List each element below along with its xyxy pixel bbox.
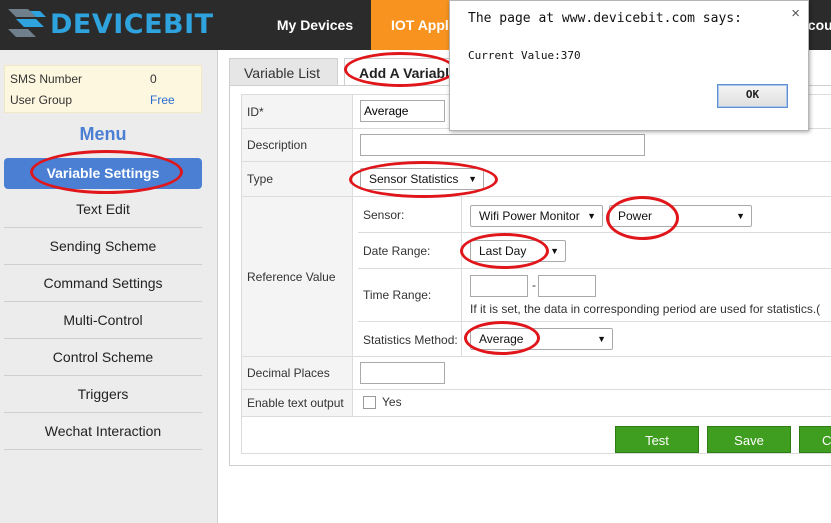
text-output-label: Enable text output [242, 390, 353, 416]
chevron-down-icon: ▼ [550, 246, 559, 256]
sensor-row: Sensor: Wifi Power Monitor ▼ Power ▼ [358, 197, 831, 233]
close-icon[interactable]: × [791, 5, 800, 22]
chevron-down-icon: ▼ [587, 211, 596, 221]
form-row-type: Type Sensor Statistics ▼ [242, 162, 831, 197]
text-output-checkbox[interactable] [363, 396, 376, 409]
reference-value-label: Reference Value [242, 197, 353, 356]
statistics-method-value: Average [479, 332, 524, 346]
sensor-channel-value: Power [618, 209, 653, 223]
time-range-label: Time Range: [358, 269, 462, 321]
sidebar-item-wechat-interaction[interactable]: Wechat Interaction [4, 413, 202, 450]
form-panel: ID* Description Type Sensor Sta [229, 85, 831, 466]
sidebar-item-multi-control[interactable]: Multi-Control [4, 302, 202, 339]
time-range-end-input[interactable] [538, 275, 596, 297]
sensor-device-value: Wifi Power Monitor [479, 209, 580, 223]
cancel-button[interactable]: C [799, 426, 831, 453]
user-group-value[interactable]: Free [150, 93, 175, 107]
account-info-box: SMS Number 0 User Group Free [4, 65, 202, 113]
sidebar-item-variable-settings[interactable]: Variable Settings [4, 158, 202, 189]
chevron-down-icon: ▼ [468, 174, 477, 184]
sidebar-item-triggers[interactable]: Triggers [4, 376, 202, 413]
sidebar: SMS Number 0 User Group Free Menu Variab… [0, 50, 218, 523]
sidebar-item-sending-scheme[interactable]: Sending Scheme [4, 228, 202, 265]
logo[interactable]: DEVICEBIT [6, 7, 214, 41]
form-row-description: Description [242, 129, 831, 162]
test-button[interactable]: Test [615, 426, 699, 453]
date-range-row: Date Range: Last Day ▼ [358, 233, 831, 269]
time-range-row: Time Range: - If it is set, the data in … [358, 269, 831, 322]
variable-form: ID* Description Type Sensor Sta [241, 94, 831, 454]
sidebar-item-command-settings[interactable]: Command Settings [4, 265, 202, 302]
ok-button[interactable]: OK [717, 84, 788, 108]
sensor-label: Sensor: [358, 197, 462, 232]
tab-add-variable[interactable]: Add A Variabl [344, 58, 464, 86]
form-row-decimal-places: Decimal Places [242, 357, 831, 390]
alert-title: The page at www.devicebit.com says: [468, 11, 742, 26]
type-label: Type [242, 162, 353, 196]
logo-text: DEVICEBIT [50, 8, 214, 40]
time-range-start-input[interactable] [470, 275, 528, 297]
id-label: ID* [242, 95, 353, 128]
statistics-method-select[interactable]: Average ▼ [470, 328, 613, 350]
form-row-text-output: Enable text output Yes [242, 390, 831, 417]
date-range-label: Date Range: [358, 233, 462, 268]
sidebar-item-control-scheme[interactable]: Control Scheme [4, 339, 202, 376]
tab-variable-list[interactable]: Variable List [229, 58, 338, 86]
time-range-note: If it is set, the data in corresponding … [470, 302, 821, 316]
menu-title: Menu [79, 124, 127, 144]
sensor-device-select[interactable]: Wifi Power Monitor ▼ [470, 205, 603, 227]
chevron-down-icon: ▼ [597, 334, 606, 344]
nav-iot-application[interactable]: IOT Appli [371, 0, 461, 50]
save-button[interactable]: Save [707, 426, 791, 453]
sms-number-label: SMS Number [10, 72, 83, 86]
sms-number-value: 0 [150, 72, 157, 86]
chevron-down-icon: ▼ [736, 211, 745, 221]
nav-my-devices[interactable]: My Devices [265, 0, 365, 50]
decimal-places-label: Decimal Places [242, 357, 353, 389]
id-input[interactable] [360, 100, 445, 122]
date-range-select[interactable]: Last Day ▼ [470, 240, 566, 262]
date-range-value: Last Day [479, 244, 527, 258]
page: DEVICEBIT My Devices IOT Appli ccoun SMS… [0, 0, 831, 523]
form-row-reference-value: Reference Value Sensor: Wifi Power Monit… [242, 197, 831, 357]
statistics-method-row: Statistics Method: Average ▼ [358, 322, 831, 357]
description-label: Description [242, 129, 353, 161]
alert-message: Current Value:370 [468, 49, 581, 62]
devicebit-logo-icon [6, 7, 48, 41]
time-range-separator: - [532, 278, 536, 292]
type-select[interactable]: Sensor Statistics ▼ [360, 168, 484, 190]
type-select-value: Sensor Statistics [369, 172, 459, 186]
decimal-places-input[interactable] [360, 362, 445, 384]
sensor-channel-select[interactable]: Power ▼ [609, 205, 752, 227]
description-input[interactable] [360, 134, 645, 156]
text-output-option: Yes [382, 395, 402, 409]
alert-dialog: The page at www.devicebit.com says: × Cu… [449, 0, 809, 131]
sidebar-item-text-edit[interactable]: Text Edit [4, 191, 202, 228]
statistics-method-label: Statistics Method: [358, 322, 462, 357]
user-group-label: User Group [10, 93, 73, 107]
